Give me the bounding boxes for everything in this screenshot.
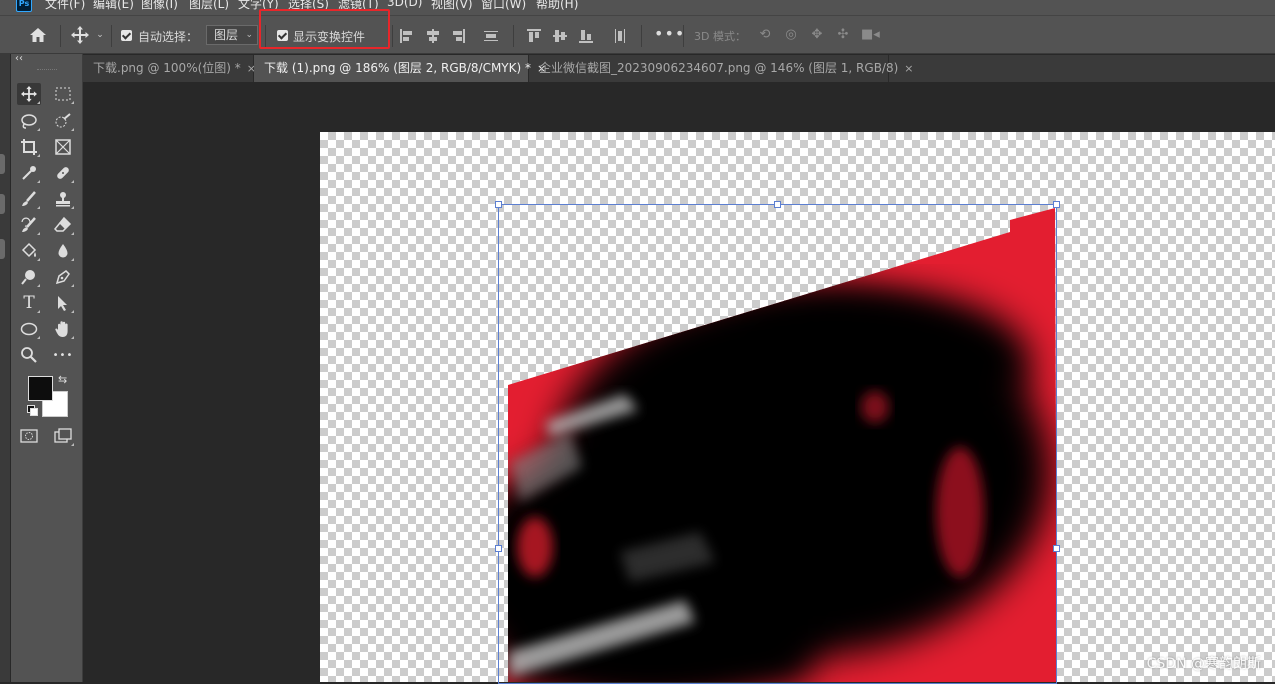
transform-handle-top-left[interactable] [495, 201, 502, 208]
menu-layer[interactable]: 图层(L) [189, 0, 229, 12]
align-vertical-center-icon[interactable] [553, 29, 567, 43]
healing-brush-tool-icon[interactable] [51, 162, 75, 184]
dodge-tool-icon[interactable] [17, 266, 41, 288]
photoshop-logo-icon: Ps [16, 0, 32, 12]
3d-pan-icon[interactable]: ✥ [809, 27, 825, 43]
distribute-vertical-icon[interactable] [484, 29, 498, 43]
toolbox: ‹‹ T ••• ⇆ [11, 53, 83, 682]
toolbox-grip[interactable] [37, 69, 57, 72]
watermark: CSDN @寒韵朗斯 [1146, 656, 1261, 672]
eraser-tool-icon[interactable] [51, 214, 75, 236]
transform-bounding-box[interactable] [498, 204, 1057, 684]
3d-mode-label: 3D 模式： [694, 30, 746, 43]
menu-view[interactable]: 视图(V) [431, 0, 473, 12]
move-tool-preset-icon[interactable] [68, 16, 92, 54]
edit-toolbar-icon[interactable]: ••• [51, 344, 75, 366]
foreground-color-swatch[interactable] [28, 376, 53, 401]
close-icon[interactable]: × [904, 62, 913, 75]
menu-3d[interactable]: 3D(D) [387, 0, 422, 9]
3d-scale-icon[interactable]: ■◂ [861, 27, 880, 43]
tab-document-1[interactable]: 下载.png @ 100%(位图) * × [83, 55, 256, 82]
more-options-icon[interactable]: ••• [654, 24, 685, 43]
align-right-icon[interactable] [451, 29, 465, 43]
distribute-horizontal-icon[interactable] [613, 29, 627, 43]
transform-handle-top-center[interactable] [774, 201, 781, 208]
brush-tool-icon[interactable] [17, 188, 41, 210]
screen-mode-icon[interactable] [51, 425, 75, 447]
collapse-toolbox-icon[interactable]: ‹‹ [15, 53, 23, 64]
lasso-tool-icon[interactable] [17, 110, 41, 132]
left-panel-strip [0, 54, 10, 682]
align-horizontal-center-icon[interactable] [426, 29, 440, 43]
options-bar: ⌄ 自动选择： 图层 ⌄ 显示变换控件 ••• 3D 模式： ⟲ ◎ ✥ ✣ ■◂ [0, 15, 1275, 54]
eyedropper-tool-icon[interactable] [17, 162, 41, 184]
menu-edit[interactable]: 编辑(E) [93, 0, 134, 12]
align-left-icon[interactable] [400, 29, 414, 43]
hand-tool-icon[interactable] [51, 318, 75, 340]
3d-roll-icon[interactable]: ◎ [783, 27, 799, 43]
menu-window[interactable]: 窗口(W) [481, 0, 526, 12]
menu-image[interactable]: 图像(I) [141, 0, 178, 12]
history-brush-tool-icon[interactable] [17, 214, 41, 236]
auto-select-checkbox[interactable] [119, 16, 133, 54]
transform-handle-top-right[interactable] [1053, 201, 1060, 208]
align-bottom-icon[interactable] [579, 29, 593, 43]
transform-handle-middle-left[interactable] [495, 545, 502, 552]
crop-tool-icon[interactable] [17, 136, 41, 158]
transform-handle-middle-right[interactable] [1053, 545, 1060, 552]
pen-tool-icon[interactable] [51, 266, 75, 288]
ellipse-tool-icon[interactable] [17, 318, 41, 340]
quick-select-tool-icon[interactable] [51, 110, 75, 132]
menu-bar: Ps 文件(F) 编辑(E) 图像(I) 图层(L) 文字(Y) 选择(S) 滤… [0, 0, 1275, 15]
swap-colors-icon[interactable]: ⇆ [58, 373, 67, 386]
show-transform-highlight [259, 9, 390, 49]
chevron-down-icon: ⌄ [245, 30, 253, 40]
3d-orbit-icon[interactable]: ⟲ [757, 27, 773, 43]
marquee-tool-icon[interactable] [51, 83, 75, 105]
document-tab-bar: 下载.png @ 100%(位图) * × 下载 (1).png @ 186% (… [83, 55, 1275, 82]
zoom-tool-icon[interactable] [17, 344, 41, 366]
frame-tool-icon[interactable] [51, 136, 75, 158]
move-tool-icon[interactable] [17, 83, 41, 105]
type-tool-icon[interactable]: T [17, 292, 41, 314]
home-icon[interactable] [25, 16, 51, 54]
clone-stamp-tool-icon[interactable] [51, 188, 75, 210]
blur-tool-icon[interactable] [51, 240, 75, 262]
paint-bucket-tool-icon[interactable] [17, 240, 41, 262]
menu-file[interactable]: 文件(F) [45, 0, 85, 12]
align-top-icon[interactable] [527, 29, 541, 43]
auto-select-label: 自动选择： [138, 30, 199, 44]
3d-slide-icon[interactable]: ✣ [835, 27, 851, 43]
tab-document-2[interactable]: 下载 (1).png @ 186% (图层 2, RGB/8/CMYK) * × [254, 55, 546, 82]
path-selection-tool-icon[interactable] [51, 292, 75, 314]
default-colors-icon[interactable] [27, 405, 38, 416]
chevron-down-icon[interactable]: ⌄ [93, 16, 107, 54]
tab-document-3[interactable]: 企业微信截图_20230906234607.png @ 146% (图层 1, … [529, 55, 914, 82]
quick-mask-icon[interactable] [17, 425, 41, 447]
auto-select-target-dropdown[interactable]: 图层 ⌄ [206, 25, 258, 45]
menu-help[interactable]: 帮助(H) [536, 0, 578, 12]
